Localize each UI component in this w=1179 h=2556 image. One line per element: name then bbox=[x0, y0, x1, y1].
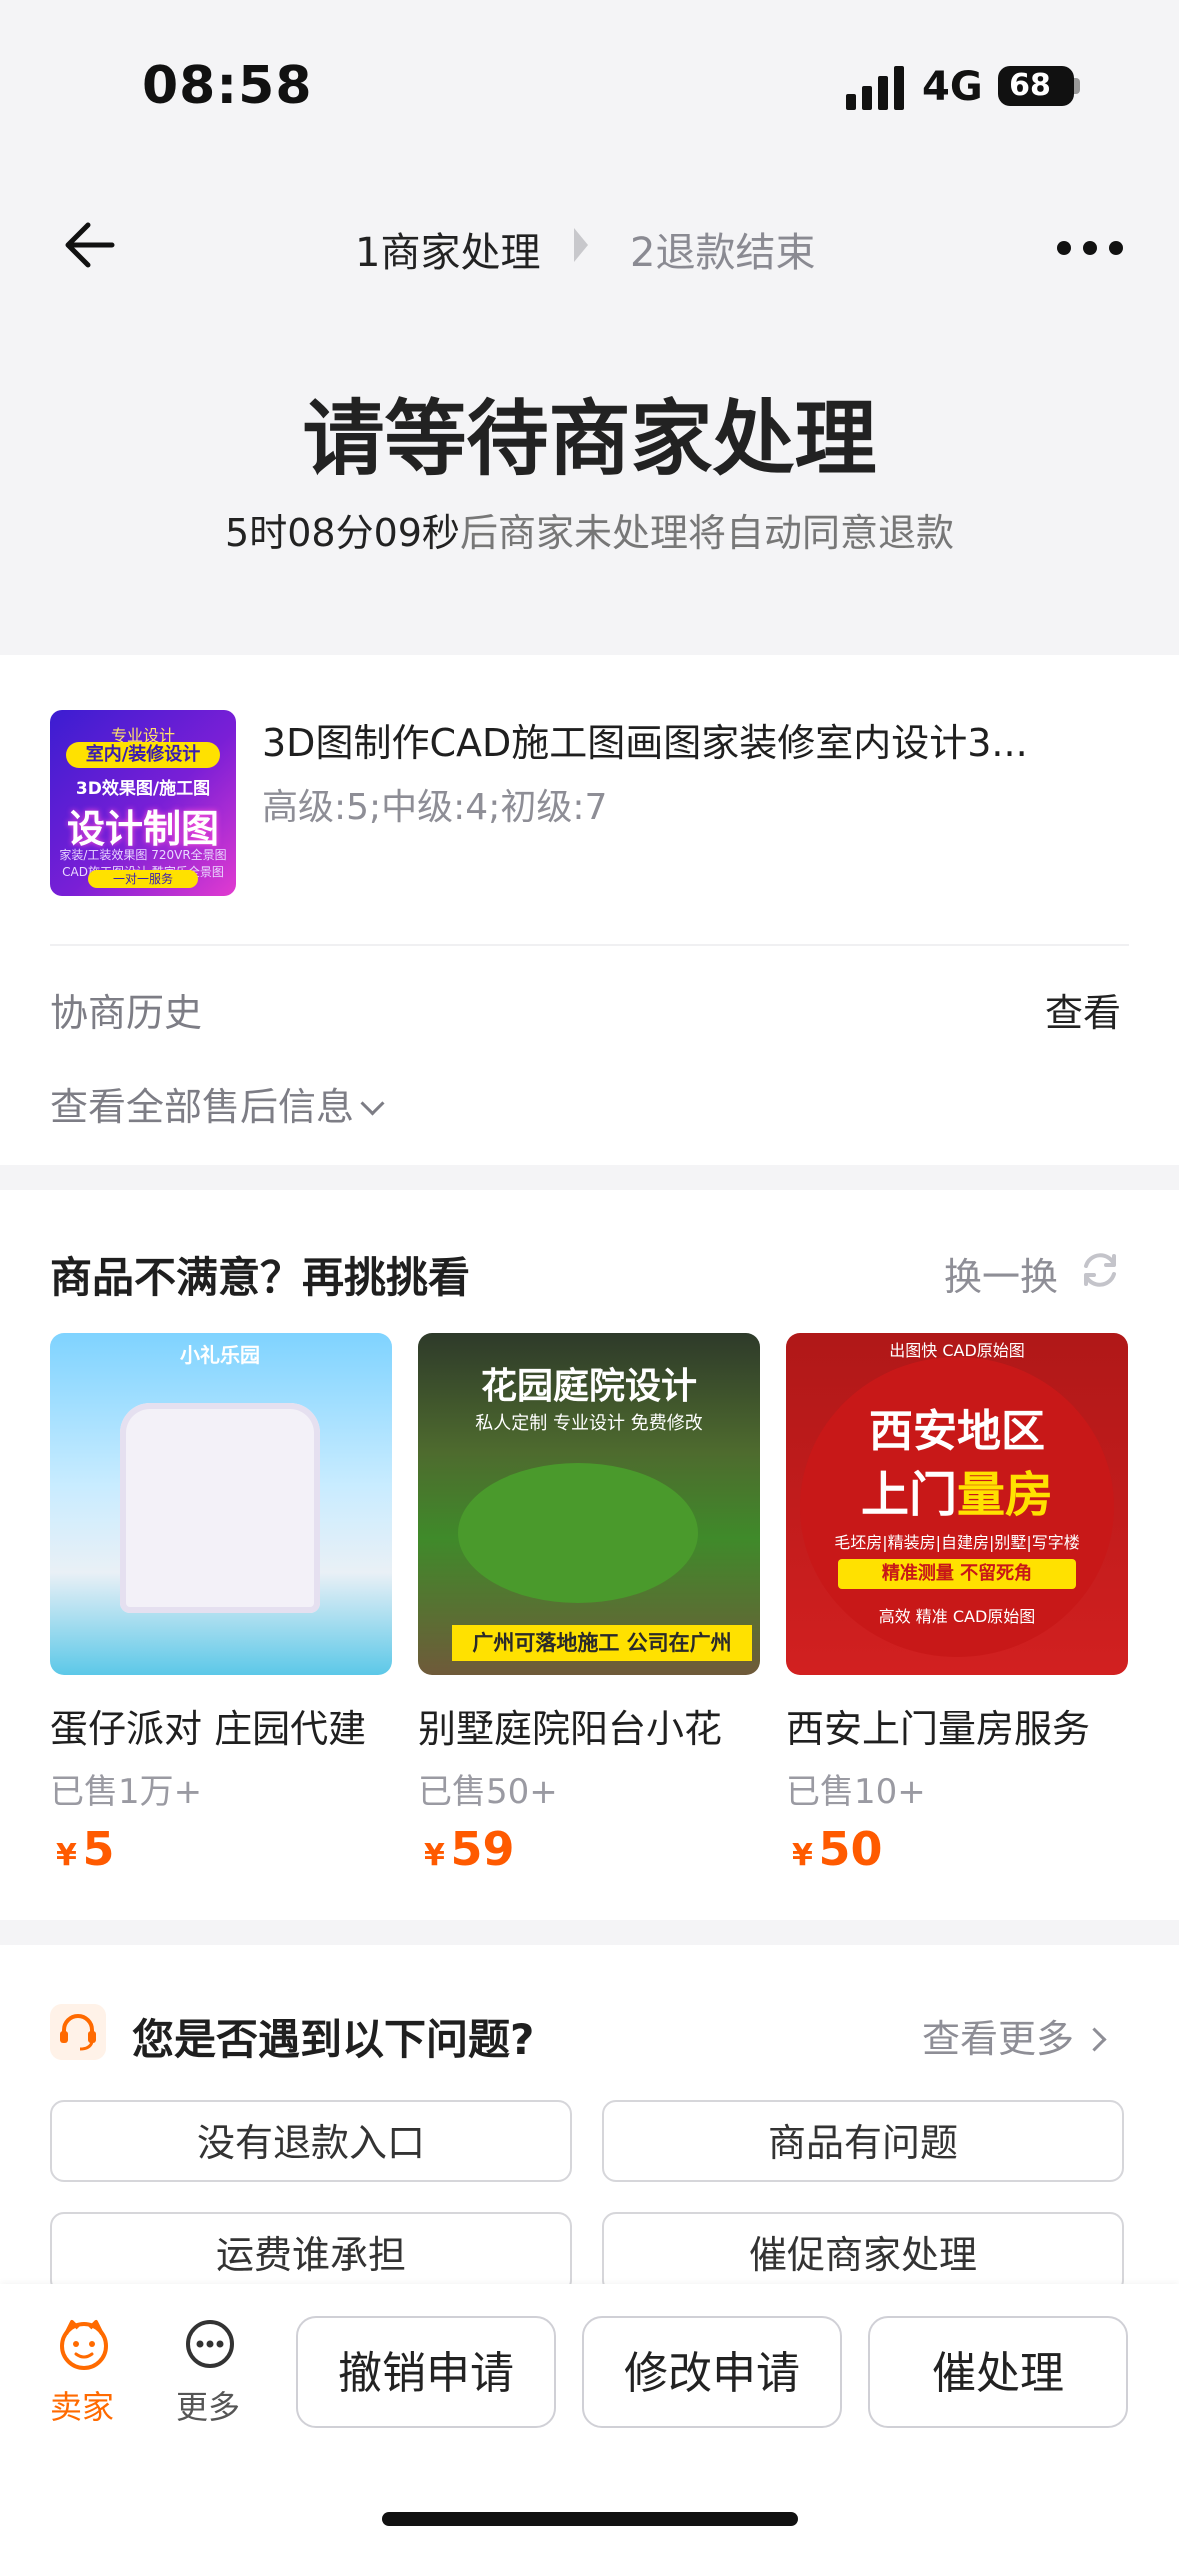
view-all-aftersale-label: 查看全部售后信息 bbox=[50, 1085, 355, 1129]
recommend-item-name[interactable]: 蛋仔派对 庄园代建 bbox=[50, 1698, 392, 1753]
recommend-item-name[interactable]: 西安上门量房服务 bbox=[786, 1698, 1128, 1753]
image-text: 量房 bbox=[957, 1467, 1054, 1523]
recommend-item-price: ¥ 59 bbox=[424, 1822, 514, 1876]
product-spec: 高级:5;中级:4;初级:7 bbox=[262, 787, 608, 828]
more-options-icon[interactable] bbox=[1056, 240, 1124, 256]
questions-title: 您是否遇到以下问题? bbox=[132, 2015, 535, 2064]
urge-processing-button[interactable]: 催处理 bbox=[868, 2316, 1128, 2428]
price-value: 59 bbox=[450, 1822, 515, 1876]
question-button-product-issue[interactable]: 商品有问题 bbox=[602, 2100, 1124, 2182]
chevron-right-icon bbox=[1082, 2027, 1107, 2052]
recommend-item-price: ¥ 5 bbox=[56, 1822, 114, 1876]
negotiation-history-label: 协商历史 bbox=[50, 991, 203, 1035]
thumb-text: 一对一服务 bbox=[88, 870, 198, 888]
image-text: 上门 bbox=[860, 1467, 957, 1523]
swap-button[interactable]: 换一换 bbox=[944, 1246, 1058, 1301]
image-text: 上门量房 bbox=[786, 1455, 1128, 1525]
battery-level: 68 bbox=[1009, 68, 1051, 103]
chevron-down-icon bbox=[360, 1091, 385, 1116]
castle-illustration bbox=[120, 1403, 320, 1613]
image-text: 西安地区 bbox=[869, 1406, 1045, 1457]
thumb-text: 设计制图 bbox=[66, 807, 219, 851]
thumb-text: 3D效果图/施工图 bbox=[75, 779, 211, 799]
network-type: 4G bbox=[922, 64, 983, 110]
price-value: 5 bbox=[82, 1822, 115, 1876]
refresh-icon[interactable] bbox=[1078, 1248, 1122, 1292]
view-more-link[interactable]: 查看更多 bbox=[922, 2008, 1107, 2063]
price-value: 50 bbox=[818, 1822, 883, 1876]
currency-symbol: ¥ bbox=[424, 1838, 445, 1873]
thumb-text: 室内/装修设计 bbox=[66, 742, 220, 768]
question-button-shipping-fee[interactable]: 运费谁承担 bbox=[50, 2212, 572, 2294]
home-indicator[interactable] bbox=[382, 2512, 798, 2526]
image-text: 高效 精准 CAD原始图 bbox=[878, 1607, 1036, 1626]
view-more-label: 查看更多 bbox=[922, 2017, 1075, 2061]
lawn-illustration bbox=[458, 1463, 698, 1603]
recommend-item-image[interactable]: 出图快 CAD原始图 西安地区 上门量房 毛坯房|精装房|自建房|别墅|写字楼 … bbox=[786, 1333, 1128, 1675]
question-button-no-refund-entry[interactable]: 没有退款入口 bbox=[50, 2100, 572, 2182]
countdown-timer: 5时08分09秒 bbox=[225, 511, 460, 555]
seller-icon[interactable] bbox=[58, 2318, 110, 2370]
countdown-notice: 5时08分09秒后商家未处理将自动同意退款 bbox=[0, 502, 1179, 557]
countdown-suffix: 后商家未处理将自动同意退款 bbox=[459, 511, 954, 555]
view-all-aftersale-link[interactable]: 查看全部售后信息 bbox=[50, 1076, 385, 1131]
seller-label[interactable]: 卖家 bbox=[50, 2382, 114, 2428]
recommend-item-sold: 已售50+ bbox=[418, 1772, 558, 1812]
back-arrow-icon[interactable] bbox=[60, 215, 120, 275]
recommend-title: 商品不满意？再挑挑看 bbox=[50, 1253, 471, 1302]
recommend-item-image[interactable]: 花园庭院设计 私人定制 专业设计 免费修改 广州可落地施工 公司在广州 bbox=[418, 1333, 760, 1675]
image-text: 精准测量 不留死角 bbox=[838, 1559, 1076, 1589]
view-history-link[interactable]: 查看 bbox=[1045, 982, 1121, 1037]
status-time: 08:58 bbox=[142, 56, 313, 116]
image-text: 花园庭院设计 bbox=[480, 1366, 697, 1407]
question-button-urge-merchant[interactable]: 催促商家处理 bbox=[602, 2212, 1124, 2294]
battery-cap bbox=[1074, 78, 1080, 94]
more-circle-icon[interactable] bbox=[184, 2318, 236, 2370]
image-text: 广州可落地施工 公司在广州 bbox=[452, 1625, 752, 1661]
signal-icon bbox=[846, 66, 904, 110]
recommend-item-sold: 已售10+ bbox=[786, 1772, 926, 1812]
image-text: 私人定制 专业设计 免费修改 bbox=[475, 1413, 703, 1434]
recommend-item-image[interactable]: 小礼乐园 bbox=[50, 1333, 392, 1675]
recommend-item-price: ¥ 50 bbox=[792, 1822, 882, 1876]
divider bbox=[50, 944, 1129, 946]
currency-symbol: ¥ bbox=[56, 1838, 77, 1873]
image-text: 小礼乐园 bbox=[180, 1343, 260, 1367]
more-label[interactable]: 更多 bbox=[176, 2382, 240, 2428]
image-text: 毛坯房|精装房|自建房|别墅|写字楼 bbox=[834, 1533, 1080, 1552]
recommend-item-name[interactable]: 别墅庭院阳台小花 bbox=[418, 1698, 760, 1753]
currency-symbol: ¥ bbox=[792, 1838, 813, 1873]
step-refund-end: 2退款结束 bbox=[630, 230, 816, 276]
customer-service-icon bbox=[50, 2004, 106, 2060]
step-arrow-icon bbox=[574, 228, 588, 262]
recommend-item-sold: 已售1万+ bbox=[50, 1772, 203, 1812]
modify-request-button[interactable]: 修改申请 bbox=[582, 2316, 842, 2428]
page-title: 请等待商家处理 bbox=[302, 392, 877, 487]
product-thumbnail[interactable]: 专业设计 室内/装修设计 3D效果图/施工图 设计制图 家装/工装效果图 720… bbox=[50, 710, 236, 896]
cancel-request-button[interactable]: 撤销申请 bbox=[296, 2316, 556, 2428]
product-title[interactable]: 3D图制作CAD施工图画图家装修室内设计3... bbox=[262, 712, 1142, 767]
image-text: 出图快 CAD原始图 bbox=[889, 1341, 1025, 1360]
step-merchant-processing: 1商家处理 bbox=[355, 230, 541, 276]
